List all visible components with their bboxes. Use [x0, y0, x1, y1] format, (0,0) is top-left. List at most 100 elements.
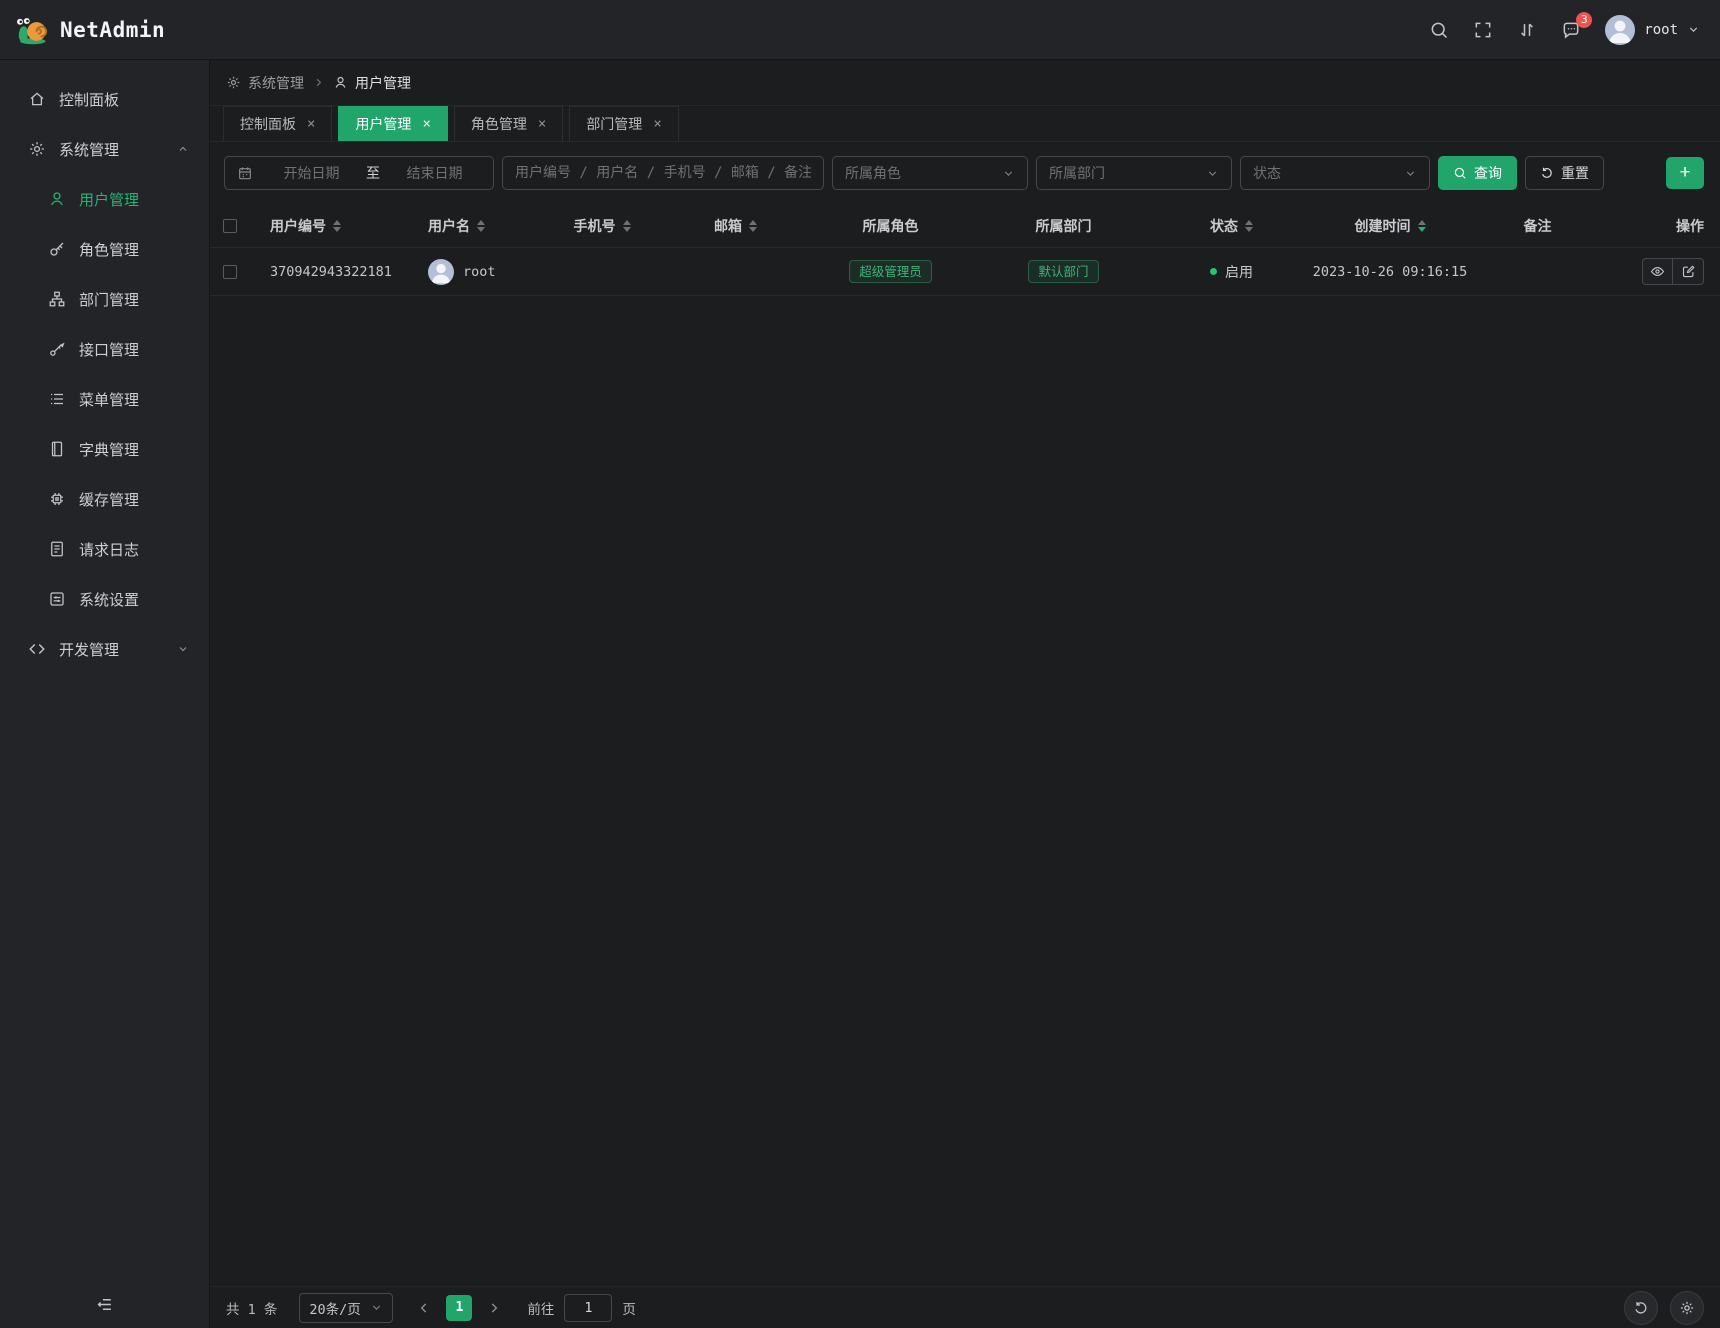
date-range-picker[interactable]: 开始日期 至 结束日期: [224, 156, 494, 190]
key-icon: [48, 240, 66, 258]
sidebar-item-label: 开发管理: [59, 639, 119, 660]
date-start-placeholder[interactable]: 开始日期: [265, 163, 358, 183]
code-icon: [28, 640, 46, 658]
search-icon: [1453, 166, 1467, 180]
page-unit-label: 页: [622, 1298, 636, 1318]
col-phone[interactable]: 手机号: [540, 216, 664, 236]
close-icon[interactable]: ×: [307, 117, 315, 131]
tab-departments[interactable]: 部门管理 ×: [569, 106, 678, 141]
user-menu[interactable]: root: [1605, 15, 1700, 45]
user-icon: [333, 75, 348, 90]
select-all-checkbox[interactable]: [223, 219, 237, 233]
col-created[interactable]: 创建时间: [1310, 216, 1470, 236]
page-size-select[interactable]: 20条/页: [299, 1293, 393, 1323]
sidebar-item-departments[interactable]: 部门管理: [0, 274, 209, 324]
close-icon[interactable]: ×: [422, 117, 430, 131]
reload-table-button[interactable]: [1624, 1291, 1658, 1325]
sidebar-item-settings[interactable]: 系统设置: [0, 574, 209, 624]
goto-label: 前往: [527, 1298, 554, 1318]
sort-icon-active-desc[interactable]: [1418, 220, 1426, 232]
sidebar-item-roles[interactable]: 角色管理: [0, 224, 209, 274]
eye-icon: [1650, 264, 1665, 279]
date-separator: 至: [362, 163, 384, 183]
brand: NetAdmin: [14, 14, 165, 46]
sidebar-item-label: 接口管理: [79, 339, 139, 360]
table-settings-button[interactable]: [1670, 1291, 1704, 1325]
status-select[interactable]: 状态: [1240, 156, 1430, 190]
search-icon[interactable]: [1429, 20, 1449, 40]
page-size-value: 20条/页: [309, 1298, 360, 1318]
chevron-up-icon: [177, 143, 189, 155]
swap-arrows-icon[interactable]: [1517, 20, 1537, 40]
sidebar-item-label: 用户管理: [79, 189, 139, 210]
tab-roles[interactable]: 角色管理 ×: [454, 106, 563, 141]
prev-page-button[interactable]: [417, 1301, 431, 1315]
sidebar-item-label: 缓存管理: [79, 489, 139, 510]
home-icon: [28, 90, 46, 108]
dept-select[interactable]: 所属部门: [1036, 156, 1232, 190]
sidebar-item-users[interactable]: 用户管理: [0, 174, 209, 224]
role-select[interactable]: 所属角色: [832, 156, 1028, 190]
col-username[interactable]: 用户名: [420, 216, 540, 236]
sort-icon[interactable]: [333, 220, 341, 232]
sidebar-item-label: 控制面板: [59, 89, 119, 110]
sidebar-menu: 控制面板 系统管理 用户管理 角色管理 部门管理: [0, 60, 209, 1280]
keyword-search-field: [502, 156, 824, 190]
sidebar-item-api[interactable]: 接口管理: [0, 324, 209, 374]
sidebar-item-label: 菜单管理: [79, 389, 139, 410]
view-row-button[interactable]: [1642, 258, 1673, 285]
status-label: 启用: [1225, 262, 1253, 282]
sidebar-item-system[interactable]: 系统管理: [0, 124, 209, 174]
sidebar-item-dictionary[interactable]: 字典管理: [0, 424, 209, 474]
chevron-down-icon: [1206, 167, 1219, 180]
reset-button[interactable]: 重置: [1525, 156, 1604, 190]
sidebar-item-request-logs[interactable]: 请求日志: [0, 524, 209, 574]
search-button-label: 查询: [1474, 163, 1502, 183]
fullscreen-icon[interactable]: [1473, 20, 1493, 40]
app-title: NetAdmin: [60, 18, 165, 42]
breadcrumb-label: 系统管理: [248, 73, 304, 93]
col-role: 所属角色: [807, 216, 974, 236]
sidebar-item-menus[interactable]: 菜单管理: [0, 374, 209, 424]
chevron-right-icon: [313, 77, 324, 88]
avatar: [1605, 15, 1635, 45]
collapse-sidebar-icon[interactable]: [95, 1295, 114, 1314]
breadcrumb-item-system[interactable]: 系统管理: [226, 73, 304, 93]
search-button[interactable]: 查询: [1438, 156, 1517, 190]
date-end-placeholder[interactable]: 结束日期: [388, 163, 481, 183]
dept-select-placeholder: 所属部门: [1049, 163, 1105, 183]
messages-button[interactable]: 3: [1561, 20, 1581, 40]
col-user-id[interactable]: 用户编号: [250, 216, 420, 236]
sidebar: 控制面板 系统管理 用户管理 角色管理 部门管理: [0, 60, 210, 1328]
next-page-button[interactable]: [487, 1301, 501, 1315]
goto-page-input[interactable]: [564, 1294, 612, 1322]
keyword-search-input[interactable]: [503, 157, 823, 189]
add-user-button[interactable]: +: [1666, 157, 1704, 189]
tab-bar: 控制面板 × 用户管理 × 角色管理 × 部门管理 ×: [210, 106, 1720, 142]
tab-users[interactable]: 用户管理 ×: [338, 106, 447, 141]
sort-icon[interactable]: [749, 220, 757, 232]
sidebar-item-label: 系统管理: [59, 139, 119, 160]
sort-icon[interactable]: [477, 220, 485, 232]
pagination-bar: 共 1 条 20条/页 1 前往 页: [210, 1286, 1720, 1328]
close-icon[interactable]: ×: [653, 117, 661, 131]
sort-icon[interactable]: [623, 220, 631, 232]
current-page-button[interactable]: 1: [446, 1295, 472, 1321]
row-checkbox[interactable]: [223, 265, 237, 279]
col-email[interactable]: 邮箱: [664, 216, 807, 236]
tab-dashboard[interactable]: 控制面板 ×: [223, 106, 332, 141]
edit-icon: [1681, 264, 1696, 279]
sidebar-item-dashboard[interactable]: 控制面板: [0, 74, 209, 124]
tab-label: 角色管理: [471, 114, 527, 134]
col-operations: 操作: [1605, 216, 1720, 236]
sort-icon[interactable]: [1245, 220, 1253, 232]
edit-row-button[interactable]: [1673, 258, 1704, 285]
status-dot: [1210, 268, 1217, 275]
sidebar-item-development[interactable]: 开发管理: [0, 624, 209, 674]
status-select-placeholder: 状态: [1253, 163, 1281, 183]
chevron-down-icon: [1404, 167, 1417, 180]
col-status[interactable]: 状态: [1153, 216, 1310, 236]
sidebar-item-cache[interactable]: 缓存管理: [0, 474, 209, 524]
close-icon[interactable]: ×: [538, 117, 546, 131]
users-table: 用户编号 用户名 手机号 邮箱 所属角色: [210, 204, 1720, 296]
